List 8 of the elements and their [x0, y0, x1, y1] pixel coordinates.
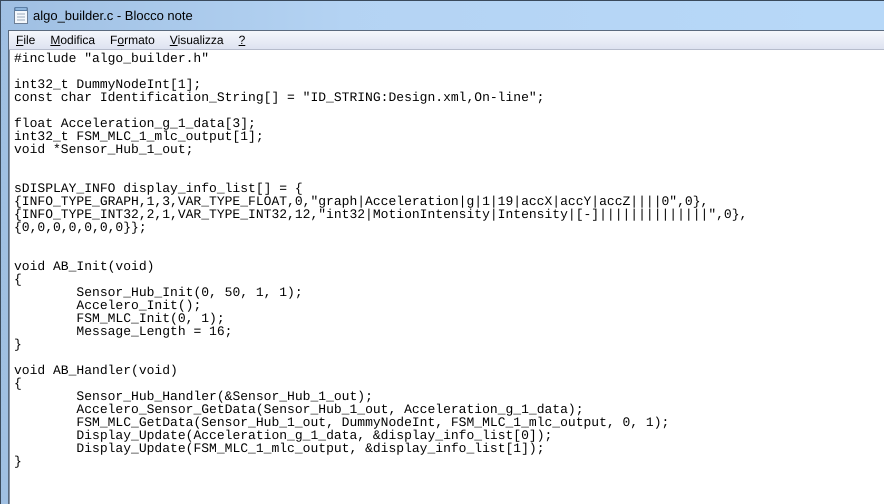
menu-item[interactable]: File — [15, 33, 36, 47]
notepad-icon — [14, 7, 28, 24]
menu-item[interactable]: ? — [238, 33, 246, 47]
text-area[interactable]: #include "algo_builder.h" int32_t DummyNodeInt[1]; const char Identification_String[] = "ID_STRING:Design.xml,On-line"; float Acceleration_g_1_data[3]; int32_t FSM_MLC_1_mlc_output[1]; void *Sensor_Hub_1_out; sDISPLAY_INFO display_info_list[] = { {INFO_TYPE_GRAPH,1,3,VAR_TYPE_FLOAT,0,"graph|Acceleration|g|1|19|accX|accY|accZ||||0",0}, {INFO_TYPE_INT32,2,1,VAR_TYPE_INT32,12,"int32|MotionIntensity|Intensity|[-]||||||||||||||",0}, {0,0,0,0,0,0,0}}; void AB_Init(void) { Sensor_Hub_Init(0, 50, 1, 1); Accelero_Init(); FSM_MLC_Init(0, 1); Message_Length = 16; } void AB_Handler(void) { Sensor_Hub_Handler(&Sensor_Hub_1_out); Accelero_Sensor_GetData(Sensor_Hub_1_out, Acceleration_g_1_data); FSM_MLC_GetData(Sensor_Hub_1_out, DummyNodeInt, FSM_MLC_1_mlc_output, 0, 1); Display_Update(Acceleration_g_1_data, &display_info_list[0]); Display_Update(FSM_MLC_1_mlc_output, &display_info_list[1]); } — [9, 50, 884, 504]
menu-item[interactable]: Formato — [109, 33, 156, 47]
menu-item[interactable]: Visualizza — [168, 33, 225, 47]
menu-item[interactable]: Modifica — [49, 33, 96, 47]
window-title: algo_builder.c - Blocco note — [33, 8, 193, 23]
